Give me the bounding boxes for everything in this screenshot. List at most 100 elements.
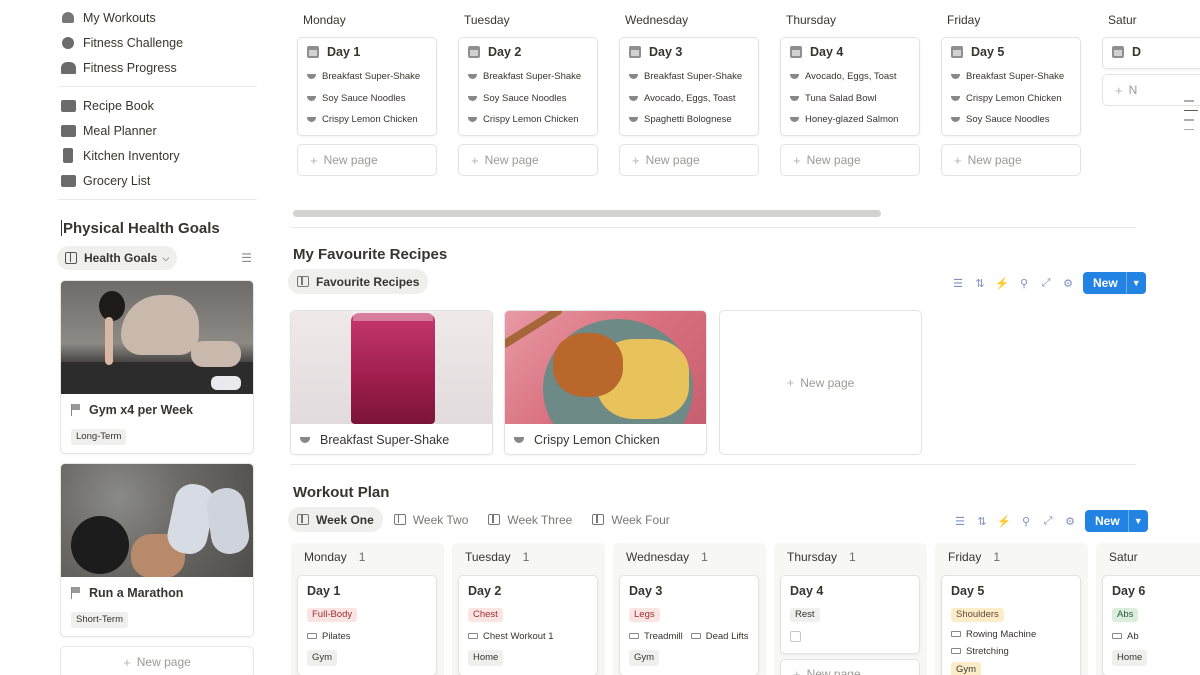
nav-item-fitness-progress[interactable]: Fitness Progress	[59, 55, 260, 80]
chevron-down-icon[interactable]: ▼	[1125, 272, 1146, 294]
nav-item-recipe-book[interactable]: Recipe Book	[59, 93, 260, 118]
card-title: D	[1132, 45, 1142, 59]
new-button[interactable]: New ▼	[1085, 510, 1148, 532]
horizontal-scrollbar[interactable]	[293, 210, 881, 217]
search-icon[interactable]: ⚲	[1015, 515, 1037, 528]
exercise-name: Pilates	[322, 630, 351, 642]
column-header: Friday	[947, 13, 981, 27]
automation-icon[interactable]: ⚡	[991, 277, 1013, 290]
bowl-icon	[629, 95, 638, 101]
tab-favourite-recipes[interactable]: Favourite Recipes	[288, 269, 429, 294]
workout-card[interactable]: Day 4 Rest	[780, 575, 920, 654]
muscle-group-tag: Abs	[1112, 607, 1139, 622]
settings-sliders-icon[interactable]: ☰	[241, 251, 252, 265]
tab-week-two[interactable]: Week Two	[385, 507, 478, 532]
filter-icon[interactable]: ☰	[949, 515, 971, 528]
meal-card[interactable]: Day 5 Breakfast Super-Shake Crispy Lemon…	[941, 37, 1081, 136]
recipe-link[interactable]: Spaghetti Bolognese	[620, 109, 758, 131]
workout-card[interactable]: Day 2 Chest Chest Workout 1 Home	[458, 575, 598, 675]
workout-card[interactable]: Day 6 Abs Ab Home	[1102, 575, 1200, 675]
workout-card[interactable]: Day 3 Legs Treadmill Dead Lifts Gym	[619, 575, 759, 675]
column-header: Wednesday	[625, 13, 689, 27]
recipe-link[interactable]: Soy Sauce Noodles	[459, 88, 597, 110]
exercise-link[interactable]: Pilates	[307, 626, 427, 648]
page-outline-marks[interactable]	[1184, 100, 1198, 138]
new-button[interactable]: New ▼	[1083, 272, 1146, 294]
tab-week-one[interactable]: Week One	[288, 507, 383, 532]
meal-card[interactable]: Day 1 Breakfast Super-Shake Soy Sauce No…	[297, 37, 437, 136]
recipe-link[interactable]: Soy Sauce Noodles	[942, 109, 1080, 131]
done-checkbox[interactable]	[790, 630, 801, 642]
recipe-link[interactable]: Crispy Lemon Chicken	[298, 109, 436, 131]
goals-heading[interactable]: Physical Health Goals	[61, 218, 260, 240]
recipe-name: Crispy Lemon Chicken	[534, 433, 660, 447]
meal-card[interactable]: Day 3 Breakfast Super-Shake Avocado, Egg…	[619, 37, 759, 136]
recipe-link[interactable]: Avocado, Eggs, Toast	[781, 66, 919, 88]
tab-week-three[interactable]: Week Three	[479, 507, 581, 532]
meal-card[interactable]: D	[1102, 37, 1200, 69]
goals-view-tab[interactable]: Health Goals ⌵	[57, 246, 178, 270]
column-count: 1	[993, 550, 1001, 564]
settings-sliders-icon[interactable]: ⚙	[1059, 515, 1081, 528]
automation-icon[interactable]: ⚡	[993, 515, 1015, 528]
recipe-link[interactable]: Honey-glazed Salmon	[781, 109, 919, 131]
goal-card-gym[interactable]: Gym x4 per Week Long-Term	[60, 280, 254, 454]
recipe-link[interactable]: Breakfast Super-Shake	[942, 66, 1080, 88]
plus-icon: +	[786, 375, 795, 390]
recipes-new-page-button[interactable]: + New page	[719, 310, 922, 455]
recipe-card-chicken[interactable]: Crispy Lemon Chicken	[504, 310, 707, 455]
workout-card[interactable]: Day 5 Shoulders Rowing Machine Stretchin…	[941, 575, 1081, 675]
goal-title: Run a Marathon	[61, 577, 253, 609]
new-page-button[interactable]: + New page	[941, 144, 1081, 176]
tab-week-four[interactable]: Week Four	[583, 507, 678, 532]
column-day: Wednesday	[626, 550, 690, 564]
recipe-link[interactable]: Crispy Lemon Chicken	[942, 88, 1080, 110]
new-page-button[interactable]: + New page	[297, 144, 437, 176]
meal-card[interactable]: Day 4 Avocado, Eggs, Toast Tuna Salad Bo…	[780, 37, 920, 136]
recipe-link[interactable]: Breakfast Super-Shake	[620, 66, 758, 88]
location-tag: Home	[468, 649, 504, 666]
recipe-link[interactable]: Breakfast Super-Shake	[298, 66, 436, 88]
recipe-link[interactable]: Breakfast Super-Shake	[459, 66, 597, 88]
exercise-link[interactable]: Ab	[1112, 626, 1200, 648]
nav-item-meal-planner[interactable]: Meal Planner	[59, 118, 260, 143]
exercise-link[interactable]: Chest Workout 1	[468, 626, 588, 648]
card-title: Day 5	[971, 45, 1005, 59]
expand-icon[interactable]: ⤢	[1037, 515, 1059, 528]
new-button-label: New	[1093, 276, 1118, 290]
meal-card[interactable]: Day 2 Breakfast Super-Shake Soy Sauce No…	[458, 37, 598, 136]
exercise-link[interactable]: Rowing Machine	[951, 626, 1071, 643]
column-day: Thursday	[787, 550, 838, 564]
nav-item-my-workouts[interactable]: My Workouts	[59, 5, 260, 30]
workout-card[interactable]: Day 1 Full-Body Pilates Gym	[297, 575, 437, 675]
nav-item-fitness-challenge[interactable]: Fitness Challenge	[59, 30, 260, 55]
goal-card-marathon[interactable]: Run a Marathon Short-Term	[60, 463, 254, 637]
nav-divider	[59, 86, 257, 87]
goals-new-page-button[interactable]: + New page	[60, 646, 254, 675]
goal-name: Gym x4 per Week	[89, 403, 193, 417]
new-page-button[interactable]: + New page	[619, 144, 759, 176]
exercise-name[interactable]: Treadmill	[644, 631, 683, 642]
nav-item-kitchen-inventory[interactable]: Kitchen Inventory	[59, 143, 260, 168]
search-icon[interactable]: ⚲	[1013, 277, 1035, 290]
new-page-button[interactable]: + New page	[458, 144, 598, 176]
nav-item-label: Recipe Book	[83, 98, 154, 113]
recipe-card-shake[interactable]: Breakfast Super-Shake	[290, 310, 493, 455]
recipe-link[interactable]: Soy Sauce Noodles	[298, 88, 436, 110]
new-page-button[interactable]: + New page	[780, 659, 920, 675]
new-page-button[interactable]: + New page	[780, 144, 920, 176]
settings-sliders-icon[interactable]: ⚙	[1057, 277, 1079, 290]
chevron-down-icon[interactable]: ▼	[1127, 510, 1148, 532]
exercise-name[interactable]: Dead Lifts	[706, 631, 749, 642]
column-count: 1	[849, 550, 856, 564]
recipe-link[interactable]: Avocado, Eggs, Toast	[620, 88, 758, 110]
sort-icon[interactable]: ⇅	[969, 277, 991, 290]
filter-icon[interactable]: ☰	[947, 277, 969, 290]
nav-item-grocery-list[interactable]: Grocery List	[59, 168, 260, 193]
exercise-link[interactable]: Stretching	[951, 643, 1071, 660]
sort-icon[interactable]: ⇅	[971, 515, 993, 528]
recipe-link[interactable]: Crispy Lemon Chicken	[459, 109, 597, 131]
location-tag: Gym	[307, 649, 338, 666]
expand-icon[interactable]: ⤢	[1035, 277, 1057, 290]
recipe-link[interactable]: Tuna Salad Bowl	[781, 88, 919, 110]
